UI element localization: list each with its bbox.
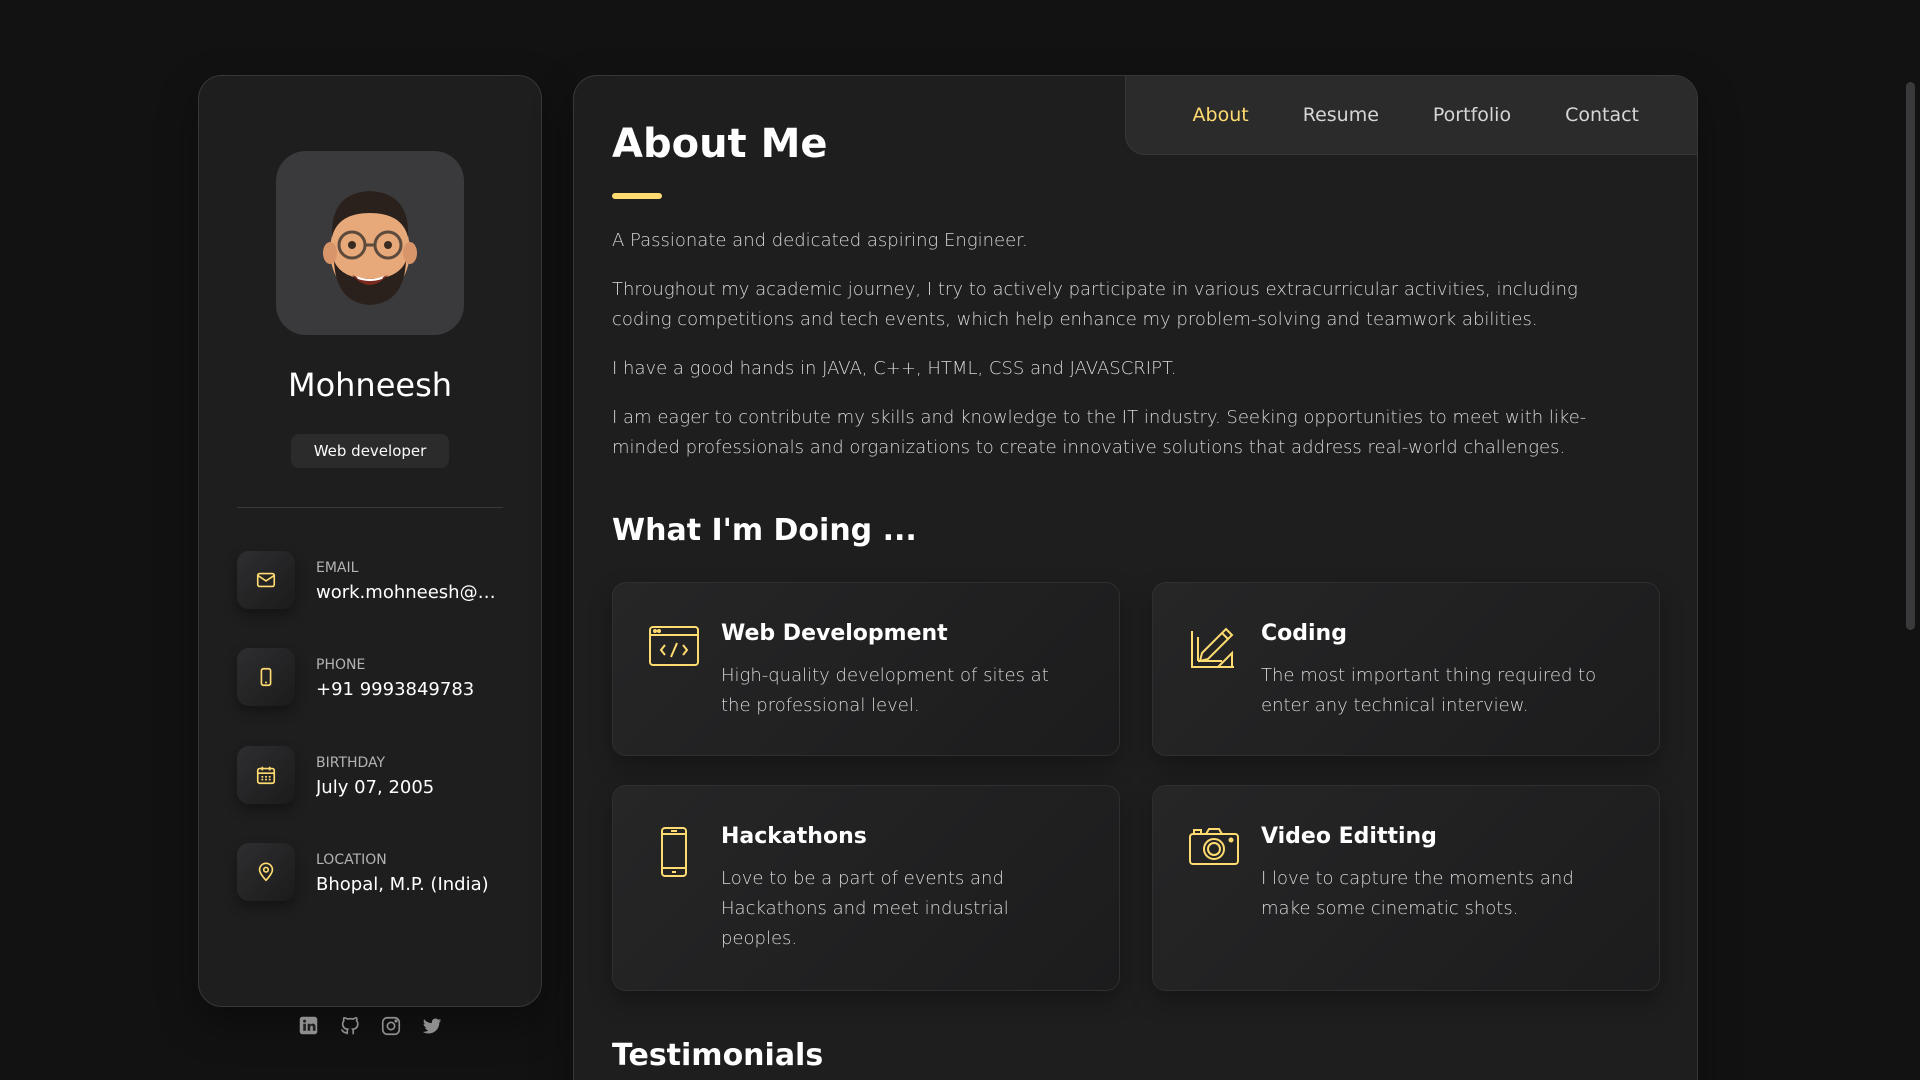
- instagram-icon[interactable]: [379, 1014, 402, 1037]
- phone-icon: [237, 648, 295, 706]
- about-paragraph: I am eager to contribute my skills and k…: [612, 407, 1587, 458]
- avatar-memoji-image: [323, 191, 417, 305]
- service-title: Web Development: [721, 621, 948, 646]
- navbar: About Resume Portfolio Contact: [1125, 76, 1697, 155]
- twitter-icon[interactable]: [420, 1014, 443, 1037]
- contact-email-link[interactable]: work.mohneesh@gmail.com: [316, 582, 505, 603]
- contact-phone-label: Phone: [316, 657, 366, 673]
- github-icon[interactable]: [338, 1014, 361, 1037]
- service-web-development: Web Development High-quality development…: [612, 582, 1120, 756]
- social-links: [199, 1014, 541, 1037]
- service-text: Love to be a part of events and Hackatho…: [721, 868, 1009, 949]
- nav-contact[interactable]: Contact: [1565, 104, 1639, 126]
- camera-icon: [1188, 826, 1240, 878]
- testimonials-title: Testimonials: [612, 1038, 824, 1073]
- contact-location-label: Location: [316, 852, 387, 868]
- services-title: What I'm Doing ...: [612, 513, 917, 548]
- mobile-icon: [648, 826, 700, 878]
- title-underline: [612, 193, 662, 199]
- web-code-icon: [648, 623, 700, 675]
- mail-icon: [237, 551, 295, 609]
- location-pin-icon: [237, 843, 295, 901]
- about-paragraph: I have a good hands in JAVA, C++, HTML, …: [612, 358, 1177, 379]
- nav-portfolio[interactable]: Portfolio: [1433, 104, 1511, 126]
- about-title: About Me: [612, 121, 828, 167]
- nav-resume[interactable]: Resume: [1303, 104, 1379, 126]
- about-text: A Passionate and dedicated aspiring Engi…: [612, 226, 1622, 482]
- profile-name: Mohneesh: [287, 366, 453, 404]
- service-video-editing: Video Editting I love to capture the mom…: [1152, 785, 1660, 991]
- service-text: High-quality development of sites at the…: [721, 665, 1049, 716]
- contact-phone: Phone +91 9993849783: [237, 648, 505, 708]
- about-paragraph: Throughout my academic journey, I try to…: [612, 279, 1578, 330]
- service-title: Hackathons: [721, 824, 867, 849]
- service-text: The most important thing required to ent…: [1261, 665, 1597, 716]
- design-pencil-icon: [1188, 623, 1240, 675]
- scrollbar-thumb[interactable]: [1906, 82, 1915, 630]
- page-scrollbar[interactable]: [1900, 0, 1920, 1080]
- calendar-icon: [237, 746, 295, 804]
- contact-email: Email work.mohneesh@gmail.com: [237, 551, 505, 611]
- contact-birthday: Birthday July 07, 2005: [237, 746, 505, 806]
- page: Mohneesh Web developer Email work.mohnee…: [0, 0, 1920, 1080]
- linkedin-icon[interactable]: [297, 1014, 320, 1037]
- sidebar-separator: [237, 507, 503, 508]
- avatar: [276, 151, 464, 335]
- contact-birthday-value: July 07, 2005: [316, 777, 435, 798]
- main-content: About Resume Portfolio Contact About Me …: [573, 75, 1698, 1080]
- contact-location: Location Bhopal, M.P. (India): [237, 843, 505, 903]
- contact-location-value: Bhopal, M.P. (India): [316, 874, 489, 895]
- contact-birthday-label: Birthday: [316, 755, 386, 771]
- sidebar: Mohneesh Web developer Email work.mohnee…: [198, 75, 542, 1035]
- nav-about[interactable]: About: [1193, 104, 1249, 126]
- service-title: Video Editting: [1261, 824, 1437, 849]
- service-hackathons: Hackathons Love to be a part of events a…: [612, 785, 1120, 991]
- about-paragraph: A Passionate and dedicated aspiring Engi…: [612, 230, 1028, 251]
- service-text: I love to capture the moments and make s…: [1261, 868, 1574, 919]
- service-title: Coding: [1261, 621, 1347, 646]
- service-coding: Coding The most important thing required…: [1152, 582, 1660, 756]
- contact-phone-link[interactable]: +91 9993849783: [316, 679, 505, 700]
- contact-email-label: Email: [316, 560, 359, 576]
- profile-title-badge: Web developer: [291, 434, 449, 468]
